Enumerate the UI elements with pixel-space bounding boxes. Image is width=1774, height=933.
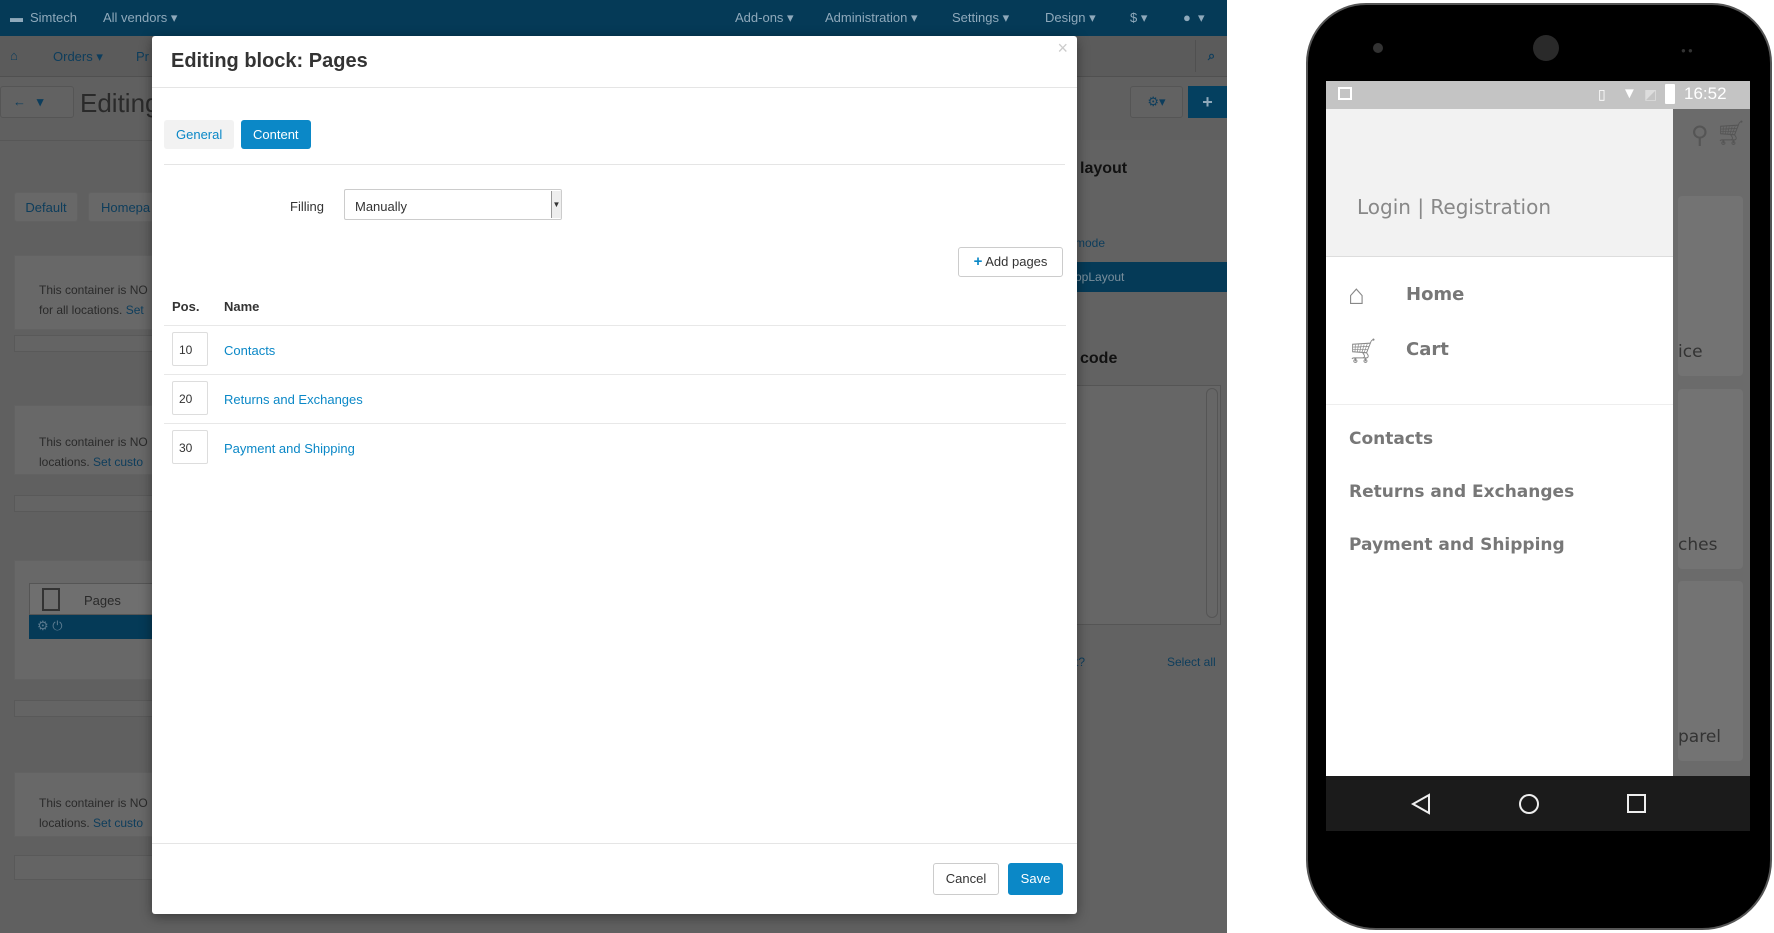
modal-title: Editing block: Pages: [171, 50, 368, 72]
plus-icon: +: [973, 253, 983, 270]
page-link[interactable]: Payment and Shipping: [224, 441, 355, 456]
menu-currency[interactable]: $ ▾: [1130, 10, 1147, 26]
mode-link[interactable]: mode: [1075, 236, 1105, 250]
add-button[interactable]: +: [1188, 86, 1227, 118]
clock: 16:52: [1684, 84, 1727, 103]
android-nav-bar: [1326, 776, 1750, 831]
speaker: ● ●: [1681, 46, 1693, 55]
drawer-page-payment[interactable]: Payment and Shipping: [1349, 535, 1565, 555]
column-name: Name: [224, 299, 260, 314]
container-bar: [14, 495, 174, 512]
editing-block-modal: Editing block: Pages × General Content F…: [152, 36, 1077, 914]
table-row: 30 Payment and Shipping: [164, 423, 1066, 472]
category-card[interactable]: ches: [1678, 389, 1743, 569]
select-all-link[interactable]: Select all: [1167, 655, 1216, 669]
cart-icon: ▬: [10, 10, 23, 25]
search-icon[interactable]: ⚲: [1691, 121, 1709, 150]
cart-icon[interactable]: 🛒︎: [1716, 119, 1746, 148]
status-bar: ▯ ▼ ◩ 16:52: [1326, 81, 1750, 109]
wifi-icon: ▼: [1622, 85, 1637, 102]
menu-settings[interactable]: Settings ▾: [952, 10, 1009, 26]
home-icon: ⌂: [1348, 279, 1365, 310]
vibrate-icon: ▯: [1598, 86, 1606, 102]
filling-value: Manually: [355, 199, 408, 214]
phone-screen: ▯ ▼ ◩ 16:52 ⚲ 🛒︎ ice ches parel Login | …: [1326, 81, 1750, 831]
battery-icon: [1665, 84, 1675, 104]
filling-select[interactable]: Manually ▼: [344, 189, 562, 220]
home-icon[interactable]: ⌂: [10, 48, 18, 63]
filling-label: Filling: [290, 199, 324, 214]
divider: [152, 843, 1077, 844]
nav-drawer: Login | Registration ⌂ Home 🛒︎ Cart Cont…: [1326, 109, 1673, 776]
container-notice: This container is NO for all locations. S…: [14, 255, 174, 330]
menu-design[interactable]: Design ▾: [1045, 10, 1096, 26]
scrollbar[interactable]: [1206, 388, 1218, 618]
cart-icon: 🛒︎: [1348, 338, 1379, 365]
tab-general[interactable]: General: [164, 120, 235, 149]
container-box: Pages ⚙ ⏻: [14, 560, 174, 680]
gear-icon[interactable]: ⚙▾: [1130, 86, 1183, 118]
page-title: Editing: [80, 88, 160, 118]
camera: [1533, 35, 1559, 61]
back-icon[interactable]: [1410, 792, 1432, 816]
search-button[interactable]: ⌕: [1195, 40, 1227, 72]
add-pages-button[interactable]: + Add pages: [958, 247, 1063, 277]
store-link[interactable]: Simtech: [30, 10, 77, 25]
page-link[interactable]: Returns and Exchanges: [224, 392, 363, 407]
login-registration-link[interactable]: Login | Registration: [1357, 195, 1551, 219]
add-pages-label: Add pages: [985, 254, 1048, 269]
table-row: 20 Returns and Exchanges: [164, 374, 1066, 423]
drawer-page-contacts[interactable]: Contacts: [1349, 429, 1433, 449]
cancel-button[interactable]: Cancel: [933, 863, 999, 895]
position-input[interactable]: 20: [172, 381, 208, 415]
drawer-item-home[interactable]: Home: [1406, 284, 1464, 305]
code-textarea[interactable]: [1060, 385, 1221, 625]
position-input[interactable]: 10: [172, 332, 208, 366]
menu-addons[interactable]: Add-ons ▾: [735, 10, 794, 26]
tab-content[interactable]: Content: [241, 120, 311, 149]
container-bar: [14, 700, 174, 717]
user-icon[interactable]: ●: [1183, 10, 1191, 25]
layout-heading: layout: [1080, 160, 1128, 177]
vendors-menu[interactable]: All vendors ▾: [103, 10, 177, 26]
no-sim-icon: ◩: [1644, 86, 1658, 102]
back-button[interactable]: ← ▾: [0, 86, 74, 118]
sensor: [1373, 43, 1383, 53]
menu-administration[interactable]: Administration ▾: [825, 10, 918, 26]
divider: [164, 164, 1065, 165]
category-card[interactable]: parel: [1678, 581, 1743, 761]
page-icon: [42, 588, 60, 611]
block-name: Pages: [84, 593, 121, 608]
home-circle-icon[interactable]: [1517, 792, 1541, 816]
nav-orders[interactable]: Orders ▾: [53, 49, 103, 65]
code-heading: code: [1080, 350, 1118, 367]
container-bar: [14, 855, 174, 880]
container-notice: This container is NO locations. Set custo: [14, 405, 174, 475]
block-actions[interactable]: ⚙ ⏻: [29, 615, 169, 639]
layout-tab-default[interactable]: Default: [14, 192, 78, 222]
image-icon: [1338, 87, 1352, 100]
recents-icon[interactable]: [1626, 793, 1648, 815]
column-pos: Pos.: [172, 299, 200, 314]
admin-topbar: ▬ Simtech All vendors ▾ Add-ons ▾ Admini…: [0, 0, 1227, 36]
position-input[interactable]: 30: [172, 430, 208, 464]
table-row: 10 Contacts: [164, 325, 1066, 374]
user-menu[interactable]: ▾: [1198, 10, 1205, 26]
category-card[interactable]: ice: [1678, 196, 1743, 376]
save-button[interactable]: Save: [1008, 863, 1063, 895]
drawer-item-cart[interactable]: Cart: [1406, 339, 1449, 360]
drawer-header: Login | Registration: [1326, 109, 1673, 257]
drawer-page-returns[interactable]: Returns and Exchanges: [1349, 482, 1574, 502]
page-link[interactable]: Contacts: [224, 343, 275, 358]
divider: [1326, 404, 1673, 405]
chevron-down-icon: ▼: [551, 191, 561, 218]
container-notice: This container is NO locations. Set custo: [14, 772, 174, 837]
close-icon[interactable]: ×: [1057, 38, 1068, 59]
container-bar: [14, 335, 174, 352]
nav-products[interactable]: Pr: [136, 49, 149, 64]
divider: [152, 87, 1077, 88]
block-card[interactable]: Pages: [29, 583, 169, 615]
